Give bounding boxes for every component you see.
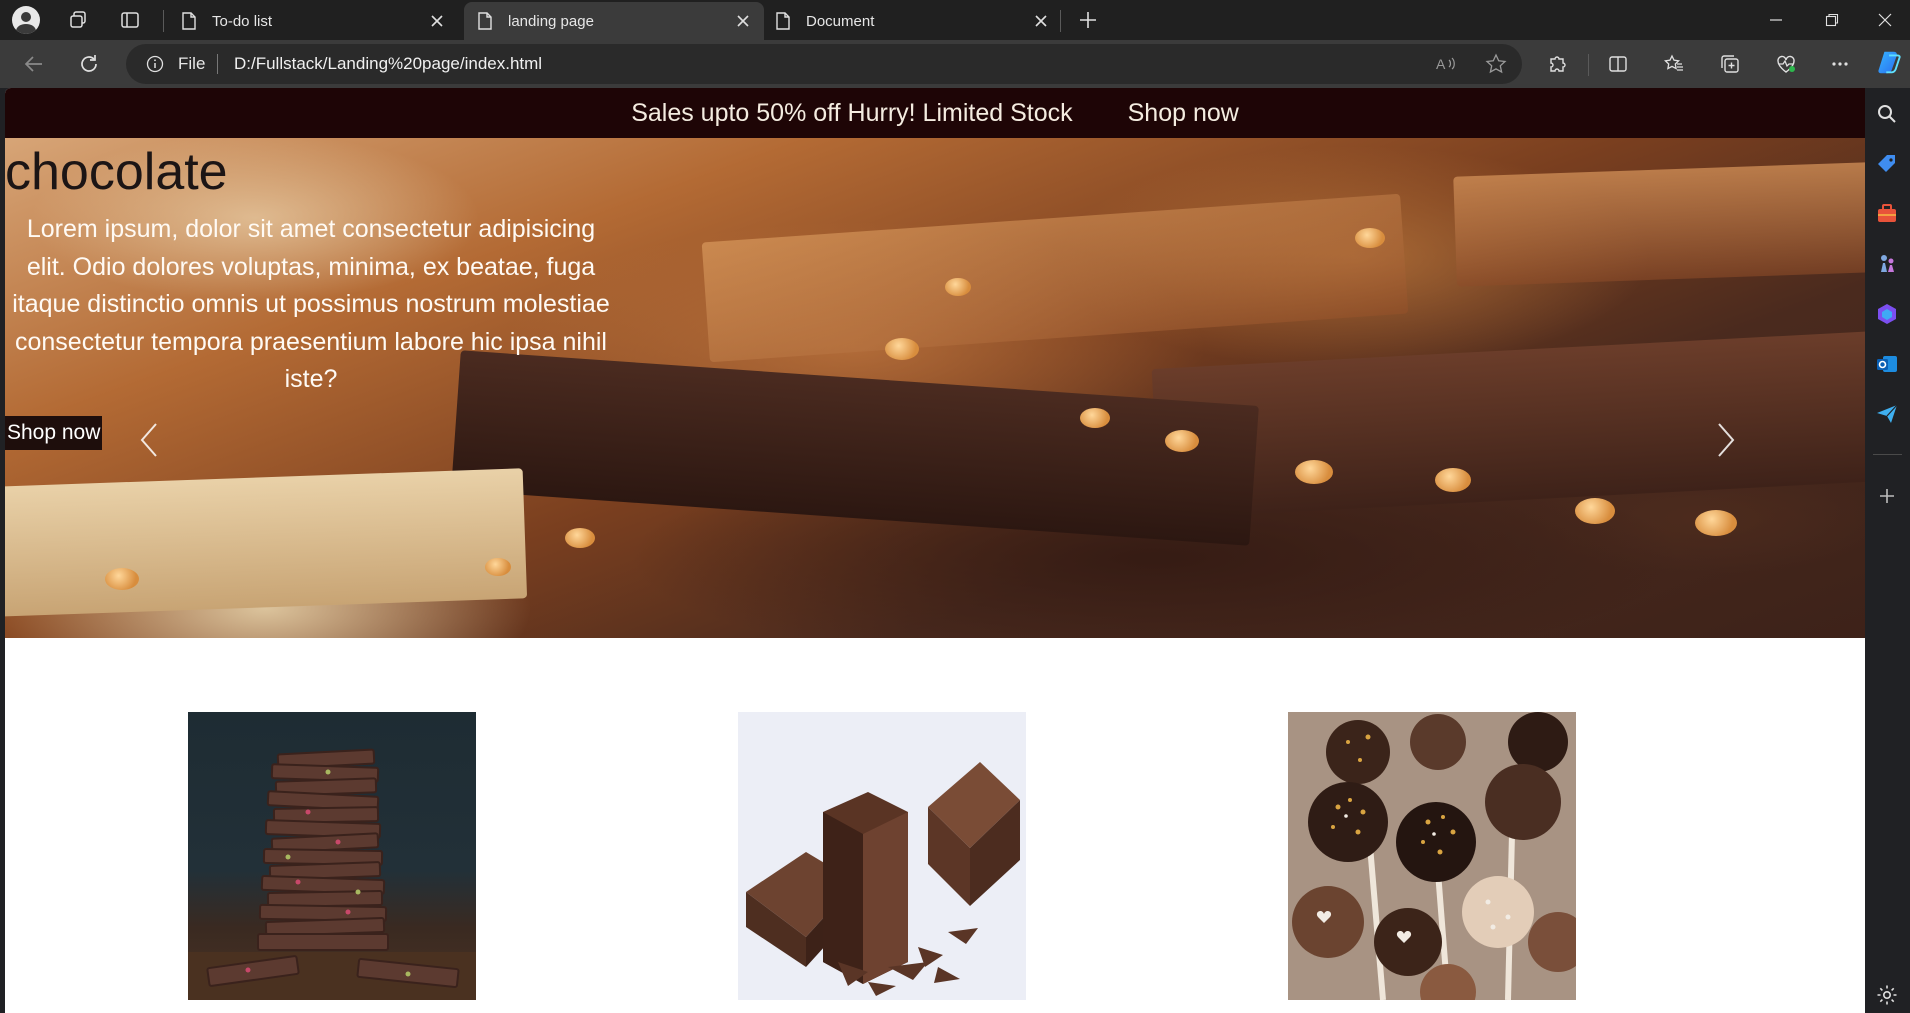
hero-title: chocolate (5, 143, 228, 201)
chocolate-blocks-image[interactable] (738, 712, 1026, 1000)
tab-to-do-list[interactable]: To-do list (168, 2, 458, 40)
chocolate-bar-stack-image[interactable] (188, 712, 476, 1000)
hero-carousel: chocolate Lorem ipsum, dolor sit amet co… (5, 138, 1865, 638)
briefcase-icon[interactable] (1875, 202, 1899, 226)
web-page: Sales upto 50% off Hurry! Limited Stock … (5, 88, 1865, 1013)
edge-sidebar (1865, 88, 1910, 1013)
promo-text: Sales upto 50% off Hurry! Limited Stock (631, 98, 1073, 127)
minimize-icon[interactable] (1748, 0, 1804, 40)
send-icon[interactable] (1875, 402, 1899, 426)
tab-document[interactable]: Document (762, 2, 1062, 40)
cake-pops-image[interactable] (1288, 712, 1576, 1000)
address-bar[interactable]: File D:/Fullstack/Landing%20page/index.h… (126, 44, 1522, 84)
close-icon[interactable] (428, 12, 446, 30)
heart-pulse-icon[interactable] (1772, 50, 1800, 78)
reload-icon[interactable] (74, 50, 104, 78)
vertical-tabs-icon[interactable] (112, 4, 148, 36)
new-tab-plus-icon[interactable] (1070, 4, 1106, 36)
puzzle-icon[interactable] (1544, 50, 1572, 78)
chevron-right-icon[interactable] (1713, 420, 1739, 460)
favorites-icon[interactable] (1660, 50, 1688, 78)
hero-shop-now-button[interactable]: Shop now (5, 416, 103, 450)
read-aloud-icon[interactable]: A (1432, 50, 1460, 78)
info-icon[interactable] (146, 55, 164, 73)
chess-icon[interactable] (1875, 252, 1899, 276)
tab-landing-page[interactable]: landing page (464, 2, 764, 40)
collections-icon[interactable] (1716, 50, 1744, 78)
tab-title: landing page (508, 12, 594, 30)
svg-text:A: A (1436, 56, 1446, 72)
tab-title: Document (806, 12, 875, 30)
close-window-icon[interactable] (1860, 0, 1910, 40)
close-icon[interactable] (1032, 12, 1050, 30)
document-icon (182, 12, 196, 30)
plus-icon[interactable] (1875, 484, 1899, 508)
outlook-icon[interactable] (1875, 352, 1899, 376)
promo-banner: Sales upto 50% off Hurry! Limited Stock … (5, 88, 1865, 138)
ellipsis-icon[interactable] (1826, 50, 1854, 78)
search-icon[interactable] (1875, 102, 1899, 126)
close-icon[interactable] (734, 12, 752, 30)
star-icon[interactable] (1482, 50, 1510, 78)
tab-title: To-do list (212, 12, 273, 30)
promo-shop-now-link[interactable]: Shop now (1128, 99, 1239, 128)
split-screen-icon[interactable] (1604, 50, 1632, 78)
hero-description: Lorem ipsum, dolor sit amet consectetur … (12, 215, 610, 393)
document-icon (478, 12, 492, 30)
back-arrow-icon[interactable] (19, 50, 49, 78)
copilot-icon[interactable] (1876, 48, 1904, 76)
url-text[interactable]: D:/Fullstack/Landing%20page/index.html (234, 54, 542, 74)
m365-icon[interactable] (1875, 302, 1899, 326)
scheme-label: File (178, 54, 206, 73)
toolbar: File D:/Fullstack/Landing%20page/index.h… (0, 40, 1910, 88)
shopping-tag-icon[interactable] (1875, 152, 1899, 176)
restore-icon[interactable] (1804, 0, 1860, 40)
gear-icon[interactable] (1875, 983, 1899, 1007)
chevron-left-icon[interactable] (136, 420, 162, 460)
document-icon (776, 12, 790, 30)
profile-avatar-icon[interactable] (8, 4, 44, 36)
workspaces-icon[interactable] (60, 4, 96, 36)
tab-bar: To-do list landing page Document (0, 0, 1910, 40)
